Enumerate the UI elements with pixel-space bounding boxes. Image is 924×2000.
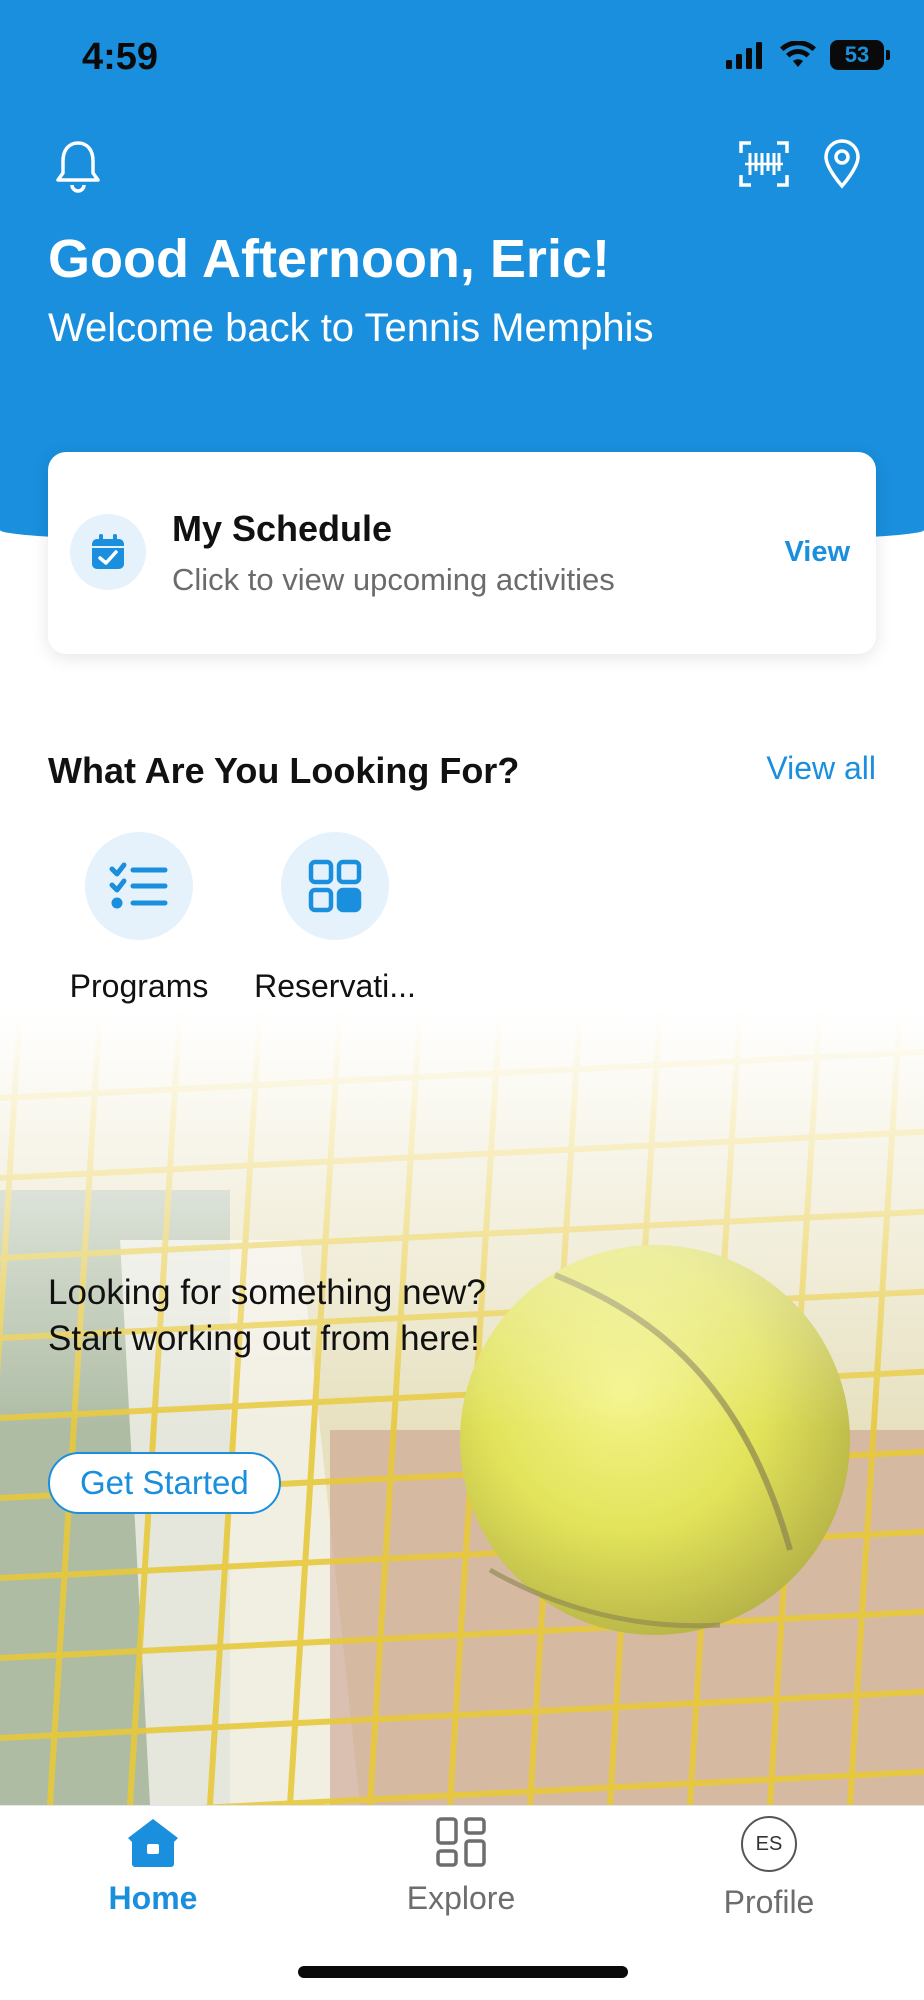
tab-home[interactable]: Home	[43, 1816, 263, 1917]
banner-line-1: Looking for something new?	[48, 1273, 486, 1312]
battery-indicator: 53	[830, 40, 890, 70]
location-pin-icon[interactable]	[820, 138, 864, 190]
category-programs[interactable]: Programs	[44, 832, 234, 1005]
view-all-link[interactable]: View all	[766, 750, 876, 787]
schedule-view-link[interactable]: View	[784, 536, 850, 569]
tab-profile[interactable]: ES Profile	[659, 1816, 879, 1921]
my-schedule-card[interactable]: My Schedule Click to view upcoming activ…	[48, 452, 876, 654]
welcome-subtitle: Welcome back to Tennis Memphis	[48, 306, 654, 350]
banner-text: Looking for something new? Start working…	[48, 1270, 486, 1362]
status-icons: 53	[726, 40, 890, 70]
category-label: Reservati...	[254, 968, 416, 1004]
get-started-button[interactable]: Get Started	[48, 1452, 281, 1514]
status-bar: 4:59 53	[0, 0, 924, 110]
banner-fade-overlay	[0, 1010, 924, 1430]
bell-icon[interactable]	[52, 138, 104, 194]
home-icon	[128, 1819, 178, 1867]
schedule-subtitle: Click to view upcoming activities	[172, 562, 615, 597]
tab-label: Explore	[406, 1880, 516, 1916]
category-reservations[interactable]: Reservati...	[240, 832, 430, 1005]
tab-label: Profile	[723, 1884, 815, 1920]
checklist-icon	[85, 832, 193, 940]
wifi-icon	[780, 41, 816, 67]
banner-line-2: Start working out from here!	[48, 1319, 480, 1358]
calendar-check-icon	[70, 514, 146, 590]
home-indicator	[298, 1966, 628, 1978]
promo-banner: Looking for something new? Start working…	[0, 1010, 924, 1805]
category-label: Programs	[69, 968, 209, 1004]
grid-icon	[436, 1817, 486, 1867]
section-title: What Are You Looking For?	[48, 750, 520, 791]
barcode-icon[interactable]	[738, 140, 790, 188]
tab-explore[interactable]: Explore	[351, 1816, 571, 1917]
greeting-title: Good Afternoon, Eric!	[48, 229, 610, 289]
tab-label: Home	[108, 1880, 198, 1916]
signal-icon	[726, 42, 762, 69]
grid-icon	[281, 832, 389, 940]
schedule-title: My Schedule	[172, 508, 393, 549]
status-time: 4:59	[82, 36, 159, 78]
avatar: ES	[741, 1816, 797, 1872]
